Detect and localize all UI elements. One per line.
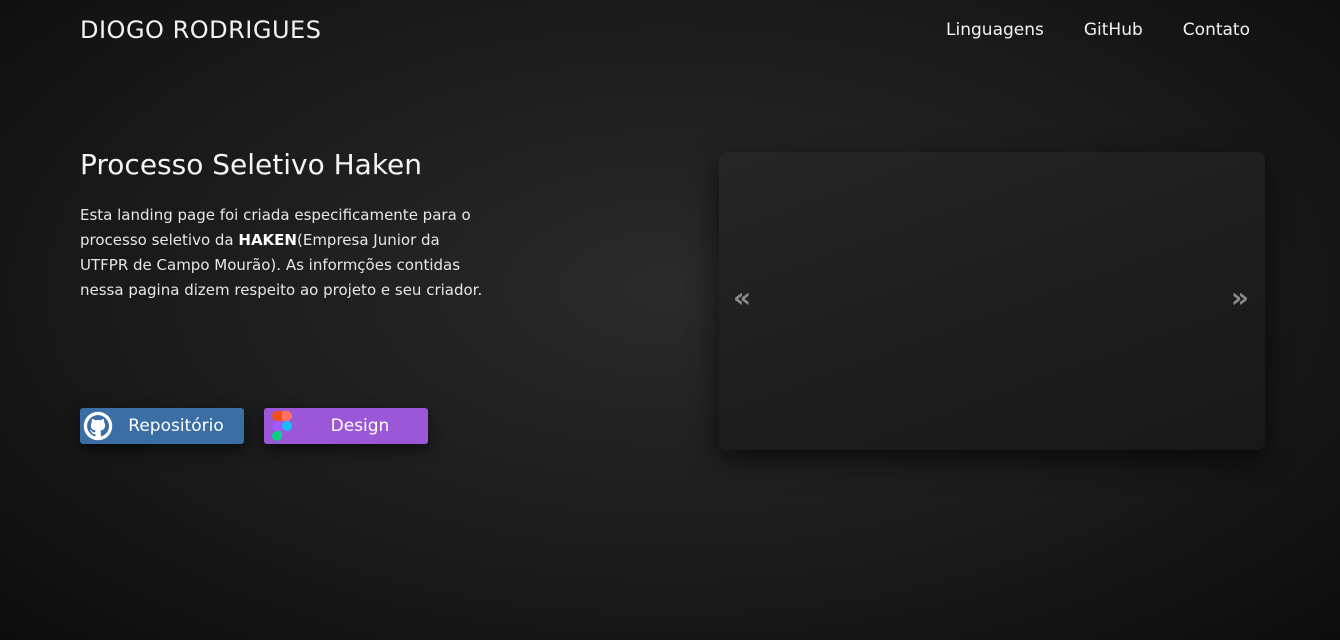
github-icon	[80, 408, 116, 444]
design-button[interactable]: Design	[264, 408, 428, 444]
hero-title: Processo Seletivo Haken	[80, 148, 423, 181]
brand-name[interactable]: DIOGO RODRIGUES	[80, 16, 321, 44]
nav-item-linguagens[interactable]: Linguagens	[946, 20, 1044, 40]
carousel-next-button[interactable]: »	[1231, 284, 1249, 312]
nav-item-contato[interactable]: Contato	[1183, 20, 1250, 40]
figma-icon	[264, 408, 300, 444]
carousel-prev-button[interactable]: «	[733, 284, 751, 312]
nav-item-github[interactable]: GitHub	[1084, 20, 1143, 40]
repository-button[interactable]: Repositório	[80, 408, 244, 444]
hero-description-company: HAKEN	[238, 231, 297, 249]
hero-description: Esta landing page foi criada especificam…	[80, 203, 490, 303]
main-nav: Linguagens GitHub Contato	[946, 20, 1250, 40]
design-button-label: Design	[330, 416, 390, 436]
site-header: DIOGO RODRIGUES Linguagens GitHub Contat…	[0, 0, 1340, 64]
image-carousel[interactable]: « »	[719, 152, 1265, 450]
repository-button-label: Repositório	[128, 416, 224, 436]
